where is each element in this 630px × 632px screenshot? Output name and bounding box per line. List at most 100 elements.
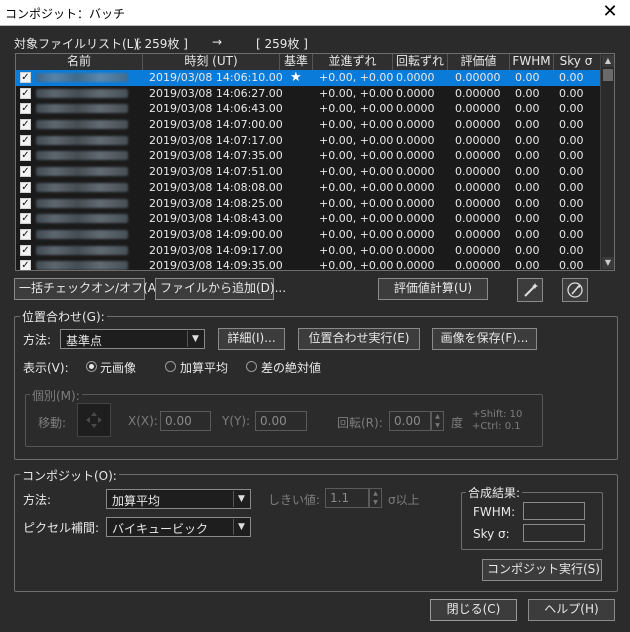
col-fwhm[interactable]: FWHM <box>510 54 554 70</box>
row-checkbox[interactable]: ✓ <box>20 119 31 131</box>
row-checkbox[interactable]: ✓ <box>20 150 31 162</box>
row-checkbox[interactable]: ✓ <box>20 197 31 209</box>
radio-average[interactable] <box>165 361 176 372</box>
magic-wand-button[interactable] <box>517 278 543 302</box>
radio-original[interactable] <box>86 361 97 372</box>
scroll-up-icon[interactable]: ▲ <box>602 55 614 67</box>
scroll-thumb[interactable] <box>603 69 613 81</box>
radio-abs-diff-label[interactable]: 差の絶対値 <box>261 359 321 376</box>
cell-shift: +0.00, +0.00 <box>319 102 394 116</box>
cell-sky: 0.00 <box>559 149 584 163</box>
cell-sky: 0.00 <box>559 196 584 210</box>
blurred-filename <box>36 167 128 177</box>
blurred-filename <box>36 198 128 208</box>
table-header: 名前 時刻 (UT) 基準 並進ずれ 回転ずれ 評価値 FWHM Sky σ <box>16 54 601 70</box>
row-checkbox[interactable]: ✓ <box>20 134 31 146</box>
cell-eval: 0.00000 <box>455 165 501 179</box>
cell-sky: 0.00 <box>559 243 584 257</box>
row-checkbox[interactable]: ✓ <box>20 228 31 240</box>
col-sky[interactable]: Sky σ <box>554 54 598 70</box>
row-checkbox[interactable]: ✓ <box>20 213 31 225</box>
cell-rotation: 0.0000 <box>396 102 435 116</box>
cell-sky: 0.00 <box>559 227 584 241</box>
cell-fwhm: 0.00 <box>515 227 540 241</box>
help-button[interactable]: ヘルプ(H) <box>528 599 615 621</box>
col-name[interactable]: 名前 <box>16 54 143 70</box>
spin-down-icon: ▼ <box>435 422 440 429</box>
evaluate-button[interactable]: 評価値計算(U) <box>378 278 488 300</box>
cell-eval: 0.00000 <box>455 71 501 84</box>
blurred-filename <box>36 245 128 255</box>
filelist-arrow: → <box>212 35 223 49</box>
row-checkbox[interactable]: ✓ <box>20 103 31 115</box>
x-input: 0.00 <box>160 411 211 431</box>
table-row[interactable]: ✓ 2019/03/08 14:06:10.00 ★ +0.00, +0.00 0.00… <box>16 70 601 86</box>
close-icon[interactable]: ✕ <box>598 1 622 22</box>
scroll-down-icon[interactable]: ▼ <box>602 257 614 269</box>
chevron-down-icon: ▼ <box>233 519 249 535</box>
spin-down-icon: ▼ <box>373 499 378 506</box>
cell-sky: 0.00 <box>559 212 584 226</box>
magic-wand-circle-button[interactable] <box>562 278 588 302</box>
cell-fwhm: 0.00 <box>515 149 540 163</box>
blurred-filename <box>36 182 128 192</box>
table-row[interactable]: ✓ 2019/03/08 14:09:00.00 +0.00, +0.00 0.000… <box>16 227 601 243</box>
window-title: コンポジット：バッチ <box>5 7 126 21</box>
col-ref[interactable]: 基準 <box>280 54 313 70</box>
table-row[interactable]: ✓ 2019/03/08 14:07:17.00 +0.00, +0.00 0.000… <box>16 133 601 149</box>
alignment-method-select[interactable]: 基準点 ▼ <box>60 329 205 349</box>
interp-select[interactable]: バイキュービック ▼ <box>106 517 251 537</box>
col-shift[interactable]: 並進ずれ <box>313 54 393 70</box>
col-time[interactable]: 時刻 (UT) <box>143 54 280 70</box>
radio-average-label[interactable]: 加算平均 <box>180 359 228 376</box>
run-alignment-button[interactable]: 位置合わせ実行(E) <box>298 328 420 350</box>
save-image-button[interactable]: 画像を保存(F)... <box>432 328 537 350</box>
add-from-file-button[interactable]: ファイルから追加(D)... <box>155 278 286 300</box>
check-toggle-button[interactable]: 一括チェックオン/オフ(A) <box>14 278 161 300</box>
title-bar: コンポジット：バッチ ✕ <box>0 0 630 26</box>
col-eval[interactable]: 評価値 <box>448 54 510 70</box>
cell-eval: 0.00000 <box>455 259 501 271</box>
move-arrows-icon <box>86 412 102 428</box>
threshold-spinner: ▲ ▼ <box>369 488 382 508</box>
row-checkbox[interactable]: ✓ <box>20 72 31 83</box>
cell-sky: 0.00 <box>559 86 584 100</box>
file-table[interactable]: 名前 時刻 (UT) 基準 並進ずれ 回転ずれ 評価値 FWHM Sky σ ✓… <box>15 53 615 271</box>
table-row[interactable]: ✓ 2019/03/08 14:09:35.00 +0.00, +0.00 0.000… <box>16 258 601 271</box>
chevron-down-icon: ▼ <box>187 331 203 347</box>
close-button[interactable]: 閉じる(C) <box>430 599 517 621</box>
table-row[interactable]: ✓ 2019/03/08 14:06:27.00 +0.00, +0.00 0.000… <box>16 86 601 102</box>
blurred-filename <box>36 135 128 145</box>
table-row[interactable]: ✓ 2019/03/08 14:06:43.00 +0.00, +0.00 0.000… <box>16 101 601 117</box>
table-row[interactable]: ✓ 2019/03/08 14:08:08.00 +0.00, +0.00 0.000… <box>16 180 601 196</box>
row-checkbox[interactable]: ✓ <box>20 87 31 99</box>
row-checkbox[interactable]: ✓ <box>20 260 31 270</box>
cell-ref: ★ <box>290 70 302 85</box>
cell-time: 2019/03/08 14:07:51.00 <box>149 165 283 179</box>
radio-abs-diff[interactable] <box>246 361 257 372</box>
rotate-input: 0.00 <box>389 411 431 431</box>
table-row[interactable]: ✓ 2019/03/08 14:07:51.00 +0.00, +0.00 0.000… <box>16 164 601 180</box>
interp-value: バイキュービック <box>112 522 209 536</box>
table-row[interactable]: ✓ 2019/03/08 14:09:17.00 +0.00, +0.00 0.000… <box>16 243 601 259</box>
row-checkbox[interactable]: ✓ <box>20 244 31 256</box>
detail-button[interactable]: 詳細(I)... <box>218 328 285 350</box>
row-checkbox[interactable]: ✓ <box>20 166 31 178</box>
table-row[interactable]: ✓ 2019/03/08 14:08:25.00 +0.00, +0.00 0.000… <box>16 196 601 212</box>
composite-method-select[interactable]: 加算平均 ▼ <box>106 489 251 509</box>
table-row[interactable]: ✓ 2019/03/08 14:07:00.00 +0.00, +0.00 0.000… <box>16 117 601 133</box>
table-scrollbar[interactable]: ▲ ▼ <box>600 54 614 270</box>
table-row[interactable]: ✓ 2019/03/08 14:07:35.00 +0.00, +0.00 0.000… <box>16 148 601 164</box>
col-rotation[interactable]: 回転ずれ <box>393 54 448 70</box>
run-composite-button[interactable]: コンポジット実行(S) <box>482 559 602 581</box>
table-row[interactable]: ✓ 2019/03/08 14:08:43.00 +0.00, +0.00 0.000… <box>16 211 601 227</box>
cell-sky: 0.00 <box>559 165 584 179</box>
rotate-spinner: ▲ ▼ <box>431 411 444 431</box>
row-checkbox[interactable]: ✓ <box>20 181 31 193</box>
radio-original-label[interactable]: 元画像 <box>100 359 136 376</box>
cell-sky: 0.00 <box>559 180 584 194</box>
cell-rotation: 0.0000 <box>396 133 435 147</box>
table-body: ✓ 2019/03/08 14:06:10.00 ★ +0.00, +0.00 0.00… <box>16 70 601 271</box>
cell-time: 2019/03/08 14:08:25.00 <box>149 196 283 210</box>
chevron-down-icon: ▼ <box>233 491 249 507</box>
